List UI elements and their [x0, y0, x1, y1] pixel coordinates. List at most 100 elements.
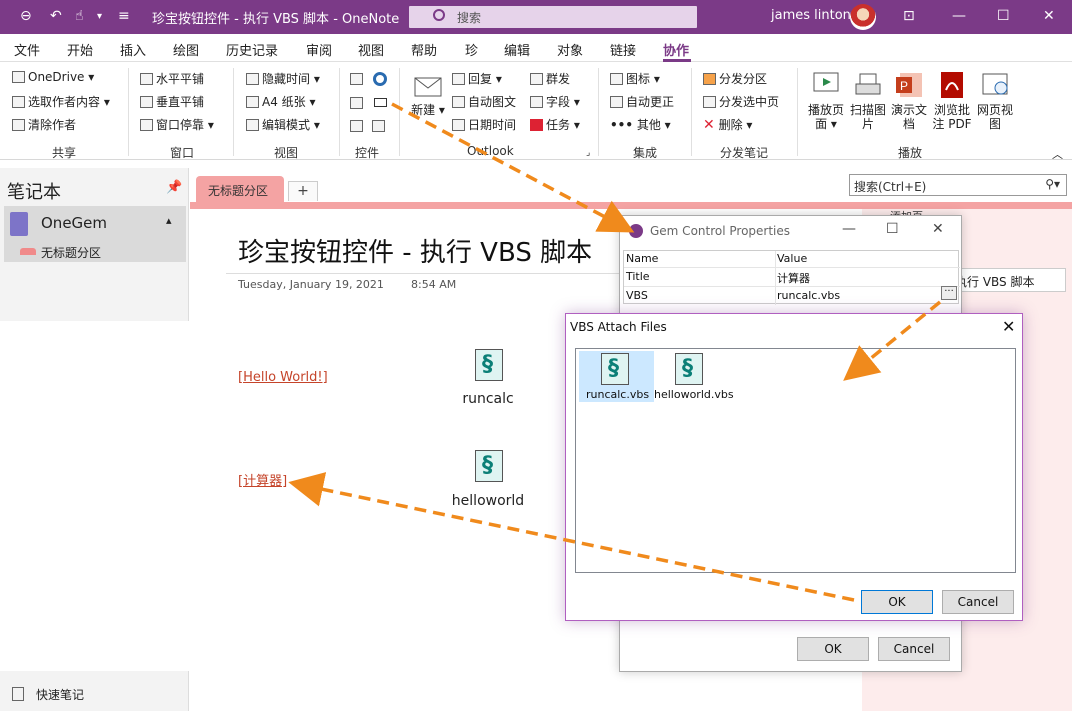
- toolbox-icon[interactable]: [372, 119, 388, 133]
- property-value-vbs[interactable]: runcalc.vbs: [777, 289, 840, 302]
- control-grid-icon[interactable]: [350, 72, 366, 86]
- tab-insert[interactable]: 插入: [120, 40, 146, 59]
- field-button[interactable]: 字段 ▾: [530, 93, 580, 110]
- button-control-icon[interactable]: [374, 98, 387, 107]
- page-list-item[interactable]: 执行 VBS 脚本: [948, 268, 1066, 292]
- dock-window-button[interactable]: 窗口停靠 ▾: [140, 116, 214, 133]
- control-table-icon[interactable]: [350, 96, 366, 110]
- tab-gem[interactable]: 珍: [465, 40, 478, 59]
- quick-notes-item[interactable]: 快速笔记: [12, 686, 84, 703]
- title-divider: [226, 273, 626, 274]
- calculator-link[interactable]: [计算器]: [238, 470, 287, 489]
- tile-horizontal-button[interactable]: 水平平铺: [140, 70, 204, 87]
- page-search-input[interactable]: 搜索(Ctrl+E) ⚲▾: [849, 174, 1067, 196]
- close-icon[interactable]: ✕: [1002, 317, 1015, 336]
- file-name[interactable]: runcalc.vbs: [586, 388, 649, 401]
- vbs-file-icon[interactable]: [475, 349, 503, 381]
- edit-mode-button[interactable]: 编辑模式 ▾: [246, 116, 320, 133]
- collapse-ribbon-icon[interactable]: ︿: [1052, 146, 1063, 162]
- tab-history[interactable]: 历史记录: [226, 40, 278, 59]
- cancel-button[interactable]: Cancel: [942, 590, 1014, 614]
- web-view-button[interactable]: 网页视图: [977, 70, 1013, 131]
- scan-image-button[interactable]: 扫描图片: [850, 70, 886, 131]
- browse-button[interactable]: ···: [941, 286, 957, 300]
- close-icon[interactable]: ✕: [1043, 8, 1055, 24]
- add-section-button[interactable]: +: [288, 181, 318, 201]
- vbs-file-icon[interactable]: [601, 353, 629, 385]
- new-email-button[interactable]: 新建 ▾: [410, 70, 446, 117]
- a4-paper-button[interactable]: A4 纸张 ▾: [246, 93, 316, 110]
- maximize-icon[interactable]: ☐: [997, 8, 1010, 24]
- notebook-item[interactable]: OneGem ▴ 无标题分区: [4, 206, 186, 262]
- radio-control-icon[interactable]: [373, 72, 387, 86]
- ribbon: OneDrive ▾ 选取作者内容 ▾ 清除作者 共享 水平平铺 垂直平铺 窗口…: [0, 62, 1072, 162]
- search-input[interactable]: 搜索: [409, 6, 697, 28]
- tab-link[interactable]: 链接: [610, 40, 636, 59]
- browse-pdf-button[interactable]: 浏览批注 PDF: [930, 70, 974, 131]
- hide-time-button[interactable]: 隐藏时间 ▾: [246, 70, 320, 87]
- delete-button[interactable]: ✕ 删除 ▾: [703, 116, 752, 133]
- ribbon-display-icon[interactable]: ⊡: [903, 8, 915, 24]
- date-time-button[interactable]: 日期时间: [452, 116, 516, 133]
- tab-file[interactable]: 文件: [14, 40, 40, 59]
- eraser-icon: [12, 119, 25, 131]
- vbs-file-icon[interactable]: [475, 450, 503, 482]
- autocorrect-button[interactable]: 自动更正: [610, 93, 674, 110]
- reply-button[interactable]: 回复 ▾: [452, 70, 502, 87]
- customize-icon[interactable]: ≡: [118, 8, 130, 24]
- task-button[interactable]: 任务 ▾: [530, 116, 580, 133]
- tab-view[interactable]: 视图: [358, 40, 384, 59]
- close-icon[interactable]: ✕: [932, 221, 944, 237]
- ok-button[interactable]: OK: [797, 637, 869, 661]
- property-value-title[interactable]: 计算器: [777, 270, 810, 286]
- avatar[interactable]: [850, 4, 876, 30]
- field-icon: [530, 96, 543, 108]
- group-window-label: 窗口: [170, 146, 195, 160]
- section-item[interactable]: 无标题分区: [41, 244, 101, 261]
- cancel-button[interactable]: Cancel: [878, 637, 950, 661]
- user-name[interactable]: james linton: [771, 8, 851, 23]
- page-title[interactable]: 珍宝按钮控件 - 执行 VBS 脚本: [238, 232, 592, 269]
- hello-world-link[interactable]: [Hello World!]: [238, 370, 328, 385]
- mass-mail-button[interactable]: 群发: [530, 70, 570, 87]
- icon-button[interactable]: 图标 ▾: [610, 70, 660, 87]
- select-author-button[interactable]: 选取作者内容 ▾: [12, 93, 110, 110]
- other-button[interactable]: ••• 其他 ▾: [610, 116, 671, 133]
- tab-object[interactable]: 对象: [557, 40, 583, 59]
- distribute-icon: [703, 73, 716, 85]
- ok-button[interactable]: OK: [861, 590, 933, 614]
- distribute-page-button[interactable]: 分发选中页: [703, 93, 779, 110]
- clear-author-button[interactable]: 清除作者: [12, 116, 76, 133]
- vbs-file-icon[interactable]: [675, 353, 703, 385]
- clock-icon: [246, 73, 259, 85]
- distribute-section-button[interactable]: 分发分区: [703, 70, 767, 87]
- property-grid: Name Value Title 计算器 VBS runcalc.vbs: [623, 250, 960, 305]
- play-page-button[interactable]: 播放页面 ▾: [806, 70, 846, 131]
- onedrive-button[interactable]: OneDrive ▾: [12, 70, 94, 84]
- tab-review[interactable]: 审阅: [306, 40, 332, 59]
- tab-draw[interactable]: 绘图: [173, 40, 199, 59]
- touch-mode-icon[interactable]: ☝: [75, 8, 84, 24]
- tile-vertical-button[interactable]: 垂直平铺: [140, 93, 204, 110]
- numeric-control-icon[interactable]: [350, 119, 366, 133]
- pin-icon[interactable]: 📌: [166, 180, 182, 195]
- chevron-up-icon[interactable]: ▴: [166, 214, 172, 227]
- undo-icon[interactable]: ↶: [50, 8, 62, 24]
- autocorrect-icon: [610, 96, 623, 108]
- tab-edit[interactable]: 编辑: [504, 40, 530, 59]
- minimize-icon[interactable]: —: [842, 221, 856, 237]
- maximize-icon[interactable]: ☐: [886, 221, 899, 237]
- present-doc-button[interactable]: P 演示文档: [891, 70, 927, 131]
- notebook-icon: [10, 212, 28, 236]
- file-name[interactable]: helloworld.vbs: [654, 388, 734, 401]
- back-icon[interactable]: ⊖: [20, 8, 32, 24]
- auto-text-button[interactable]: 自动图文: [452, 93, 516, 110]
- dialog-launcher-icon[interactable]: ⌟: [586, 148, 590, 158]
- dropdown-icon[interactable]: ▾: [97, 11, 102, 22]
- tab-home[interactable]: 开始: [67, 40, 93, 59]
- tab-collaborate[interactable]: 协作: [663, 40, 689, 59]
- tab-help[interactable]: 帮助: [411, 40, 437, 59]
- minimize-icon[interactable]: —: [952, 8, 966, 24]
- section-tab[interactable]: 无标题分区: [196, 176, 284, 202]
- file-list[interactable]: runcalc.vbs helloworld.vbs: [575, 348, 1016, 573]
